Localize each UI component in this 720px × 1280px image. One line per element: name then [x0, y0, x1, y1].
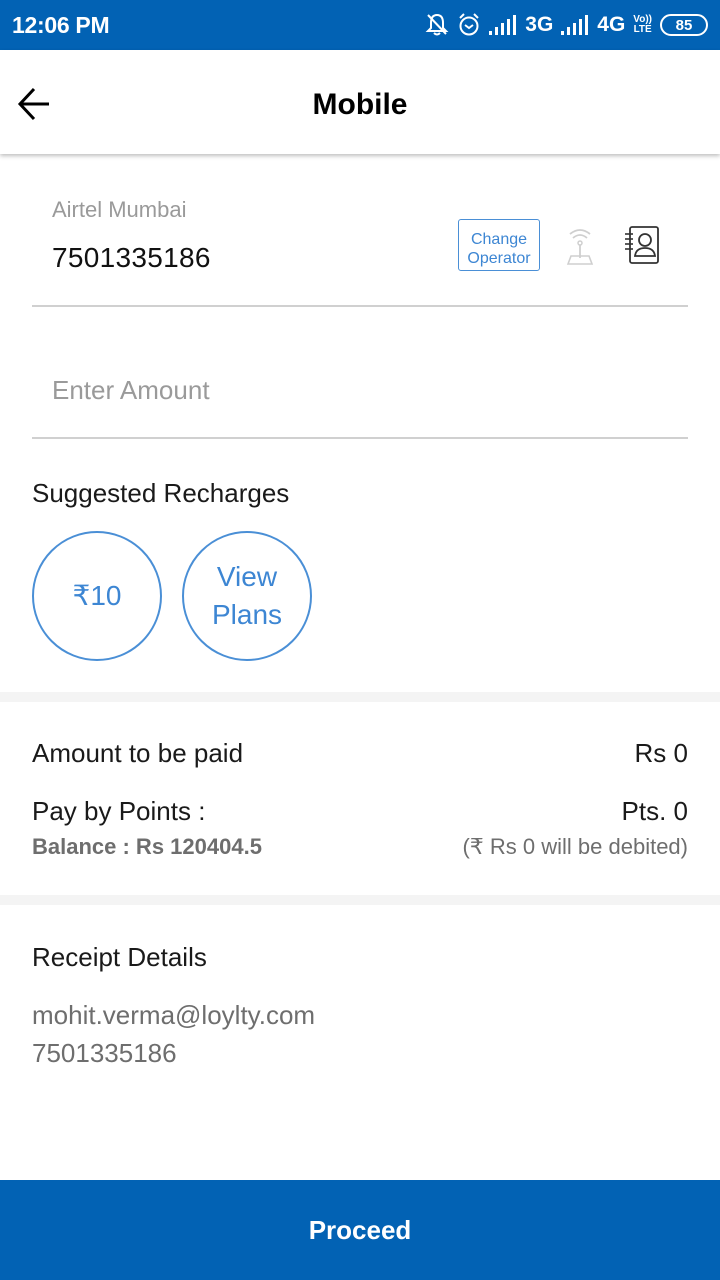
- status-time: 12:06 PM: [12, 12, 110, 38]
- change-operator-button[interactable]: Change Operator: [458, 219, 540, 271]
- page-title: Mobile: [312, 88, 408, 121]
- receipt-email: mohit.verma@loylty.com: [32, 1000, 316, 1030]
- change-operator-line2: Operator: [467, 249, 531, 267]
- bell-off-icon: [425, 12, 449, 38]
- chip-label: ₹10: [72, 580, 122, 611]
- amount-input[interactable]: [32, 360, 688, 420]
- status-icons: 3G 4G Vo)) LTE 85: [425, 10, 708, 40]
- signal-icon: [561, 15, 589, 35]
- amount-to-pay-value: Rs 0: [634, 738, 688, 768]
- network-4g: 4G: [597, 13, 626, 36]
- pay-by-points-value: Pts. 0: [621, 796, 688, 826]
- operator-label: Airtel Mumbai: [52, 197, 187, 222]
- debit-note: (₹ Rs 0 will be debited): [462, 834, 688, 859]
- view-plans-button[interactable]: View Plans: [182, 531, 312, 661]
- tower-icon[interactable]: [562, 226, 598, 266]
- status-bar: 12:06 PM 3G 4G Vo)) LTE 85: [0, 0, 720, 50]
- signal-icon: [489, 15, 517, 35]
- chip-label: View Plans: [212, 558, 282, 634]
- pay-by-points-label: Pay by Points :: [32, 796, 206, 826]
- mobile-number-field[interactable]: 7501335186: [52, 242, 211, 274]
- contacts-icon[interactable]: [622, 224, 662, 266]
- section-separator: [0, 692, 720, 702]
- volte-bottom: LTE: [633, 24, 652, 35]
- volte-icon: Vo)) LTE: [633, 15, 652, 35]
- network-3g: 3G: [525, 13, 554, 36]
- battery-level: 85: [675, 16, 693, 34]
- divider: [32, 305, 688, 307]
- proceed-button[interactable]: Proceed: [0, 1180, 720, 1280]
- balance-text: Balance : Rs 120404.5: [32, 834, 262, 859]
- suggested-recharges-title: Suggested Recharges: [32, 478, 290, 508]
- battery-icon: 85: [660, 14, 708, 36]
- amount-to-pay-label: Amount to be paid: [32, 738, 244, 768]
- receipt-phone: 7501335186: [32, 1038, 177, 1068]
- chip-label-line1: View: [216, 561, 278, 592]
- recharge-chip-10[interactable]: ₹10: [32, 531, 162, 661]
- receipt-details-title: Receipt Details: [32, 942, 207, 972]
- section-separator: [0, 895, 720, 905]
- chip-label-line2: Plans: [211, 599, 283, 630]
- alarm-icon: [457, 12, 481, 38]
- change-operator-line1: Change: [470, 230, 528, 248]
- divider: [32, 437, 688, 439]
- app-bar: Mobile: [0, 50, 720, 154]
